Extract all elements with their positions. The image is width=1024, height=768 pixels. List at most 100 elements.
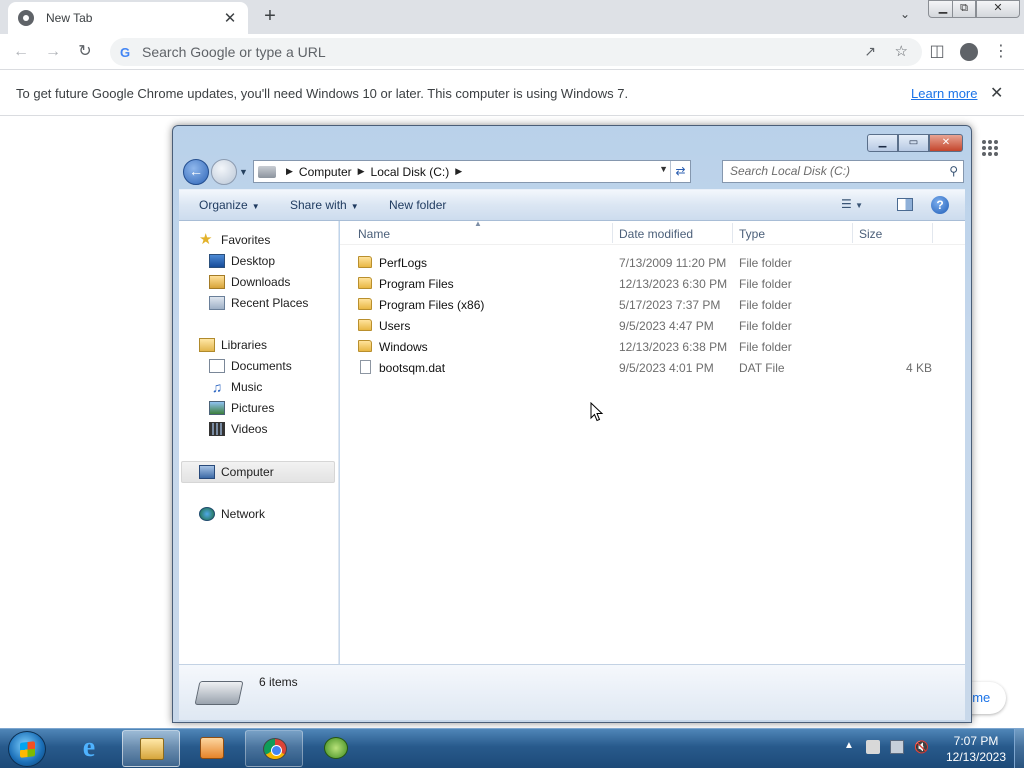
show-hidden-icons-icon[interactable]: ▲ — [844, 740, 858, 754]
nav-desktop[interactable]: Desktop — [209, 251, 275, 271]
file-date: 12/13/2023 6:38 PM — [619, 340, 728, 354]
explorer-search-input[interactable]: Search Local Disk (C:) ⚲ — [722, 160, 964, 183]
taskbar-windows-explorer[interactable] — [122, 730, 180, 767]
file-row[interactable]: Windows 12/13/2023 6:38 PM File folder — [354, 336, 954, 357]
organize-button[interactable]: Organize ▼ — [199, 198, 260, 212]
show-desktop-button[interactable] — [1014, 729, 1024, 768]
recent-pages-dropdown-icon[interactable]: ▼ — [239, 167, 248, 177]
mouse-cursor-icon — [590, 402, 604, 422]
explorer-forward-button[interactable] — [211, 159, 237, 185]
change-view-icon[interactable]: ☰ ▼ — [841, 197, 863, 211]
taskbar-windows-shield[interactable] — [307, 730, 365, 767]
file-row[interactable]: PerfLogs 7/13/2009 11:20 PM File folder — [354, 252, 954, 273]
recent-places-icon — [209, 296, 225, 310]
google-g-icon: G — [120, 44, 131, 60]
nav-documents[interactable]: Documents — [209, 356, 292, 376]
file-name: Users — [379, 319, 411, 333]
omnibox[interactable]: G Search Google or type a URL ↗ ☆ — [110, 38, 922, 66]
breadcrumb-local-disk[interactable]: Local Disk (C:) — [371, 165, 450, 179]
clock-date: 12/13/2023 — [945, 750, 1007, 764]
nav-network[interactable]: Network — [199, 504, 265, 524]
taskbar-chrome[interactable] — [245, 730, 303, 767]
file-name: bootsqm.dat — [379, 361, 446, 375]
file-name: Windows — [379, 340, 428, 354]
help-icon[interactable]: ? — [931, 196, 949, 214]
refresh-icon[interactable]: ⇄ — [670, 161, 690, 182]
taskbar-internet-explorer[interactable]: e — [60, 730, 118, 767]
breadcrumb-computer[interactable]: Computer — [299, 165, 352, 179]
volume-muted-icon[interactable]: 🔇 — [914, 740, 929, 754]
learn-more-link[interactable]: Learn more — [911, 86, 977, 101]
address-bar[interactable]: ▶ Computer ▶ Local Disk (C:) ▶ ▼ ⇄ — [253, 160, 691, 183]
nav-label: Network — [221, 507, 266, 521]
file-row[interactable]: Users 9/5/2023 4:47 PM File folder — [354, 315, 954, 336]
forward-arrow-icon[interactable]: → — [42, 42, 64, 62]
nav-music[interactable]: ♫ Music — [209, 377, 263, 397]
system-clock[interactable]: 7:07 PM 12/13/2023 — [940, 733, 1012, 765]
new-tab-button[interactable]: + — [258, 5, 282, 29]
file-row[interactable]: Program Files 12/13/2023 6:30 PM File fo… — [354, 273, 954, 294]
column-date-modified[interactable]: Date modified — [619, 227, 693, 241]
reload-icon[interactable]: ↻ — [74, 42, 96, 62]
file-row[interactable]: Program Files (x86) 5/17/2023 7:37 PM Fi… — [354, 294, 954, 315]
profile-avatar-icon[interactable] — [958, 42, 980, 62]
tab-new-tab[interactable]: New Tab ✕ — [8, 2, 248, 34]
windows-logo-icon — [20, 741, 35, 758]
nav-label: Desktop — [231, 254, 276, 268]
search-placeholder: Search Local Disk (C:) — [730, 164, 851, 178]
chrome-favicon-icon — [18, 10, 34, 26]
taskbar-media-player[interactable] — [183, 730, 241, 767]
file-date: 12/13/2023 6:30 PM — [619, 277, 728, 291]
address-dropdown-icon[interactable]: ▼ — [659, 164, 668, 174]
chrome-restore-button[interactable]: ⧉ — [952, 0, 976, 18]
breadcrumb-separator-icon[interactable]: ▶ — [455, 166, 462, 177]
nav-label: Documents — [231, 359, 292, 373]
nav-recent-places[interactable]: Recent Places — [209, 293, 308, 313]
nav-libraries[interactable]: Libraries — [199, 335, 267, 355]
folder-icon — [358, 256, 372, 268]
music-note-icon: ♫ — [211, 379, 223, 395]
column-type[interactable]: Type — [739, 227, 765, 241]
chrome-menu-icon[interactable]: ⋮ — [990, 42, 1012, 62]
share-icon[interactable]: ↗ — [864, 43, 876, 60]
nav-computer[interactable]: Computer — [199, 462, 274, 482]
folder-icon — [358, 340, 372, 352]
file-date: 9/5/2023 4:01 PM — [619, 361, 714, 375]
infobar-close-icon[interactable]: ✕ — [990, 83, 1003, 103]
nav-pictures[interactable]: Pictures — [209, 398, 274, 418]
side-panel-icon[interactable]: ◫ — [926, 42, 948, 62]
file-row[interactable]: bootsqm.dat 9/5/2023 4:01 PM DAT File 4 … — [354, 357, 954, 378]
back-arrow-icon[interactable]: ← — [10, 42, 32, 62]
explorer-maximize-button[interactable]: ▭ — [898, 134, 929, 152]
chrome-close-button[interactable]: ✕ — [976, 0, 1020, 18]
media-player-icon — [200, 737, 224, 759]
nav-downloads[interactable]: Downloads — [209, 272, 290, 292]
breadcrumb-separator-icon[interactable]: ▶ — [358, 166, 365, 177]
column-name[interactable]: Name — [358, 227, 390, 241]
google-apps-icon[interactable] — [980, 138, 1000, 158]
column-size[interactable]: Size — [859, 227, 882, 241]
breadcrumb-separator-icon[interactable]: ▶ — [286, 166, 293, 177]
tab-close-icon[interactable]: ✕ — [222, 9, 238, 27]
tab-search-chevron-icon[interactable]: ⌄ — [896, 7, 914, 25]
network-icon — [199, 507, 215, 521]
nav-favorites[interactable]: ★ Favorites — [199, 230, 270, 250]
explorer-window: ▁ ▭ ✕ ← ▼ ▶ Computer ▶ Local Disk (C:) ▶… — [172, 125, 972, 723]
new-folder-button[interactable]: New folder — [389, 198, 446, 212]
explorer-close-button[interactable]: ✕ — [929, 134, 963, 152]
bookmark-star-icon[interactable]: ☆ — [895, 42, 908, 60]
share-with-button[interactable]: Share with ▼ — [290, 198, 359, 212]
column-headers: ▲ Name Date modified Type Size — [340, 219, 965, 245]
explorer-back-button[interactable]: ← — [183, 159, 209, 185]
action-center-flag-icon[interactable] — [866, 740, 880, 754]
nav-label: Computer — [221, 465, 274, 479]
preview-pane-icon[interactable] — [897, 198, 913, 211]
nav-videos[interactable]: Videos — [209, 419, 267, 439]
start-button[interactable] — [8, 731, 46, 767]
nav-label: Recent Places — [231, 296, 309, 310]
explorer-minimize-button[interactable]: ▁ — [867, 134, 898, 152]
omnibox-placeholder: Search Google or type a URL — [142, 44, 326, 60]
file-name: Program Files — [379, 277, 454, 291]
search-icon[interactable]: ⚲ — [949, 161, 958, 182]
network-tray-icon[interactable] — [890, 740, 904, 754]
